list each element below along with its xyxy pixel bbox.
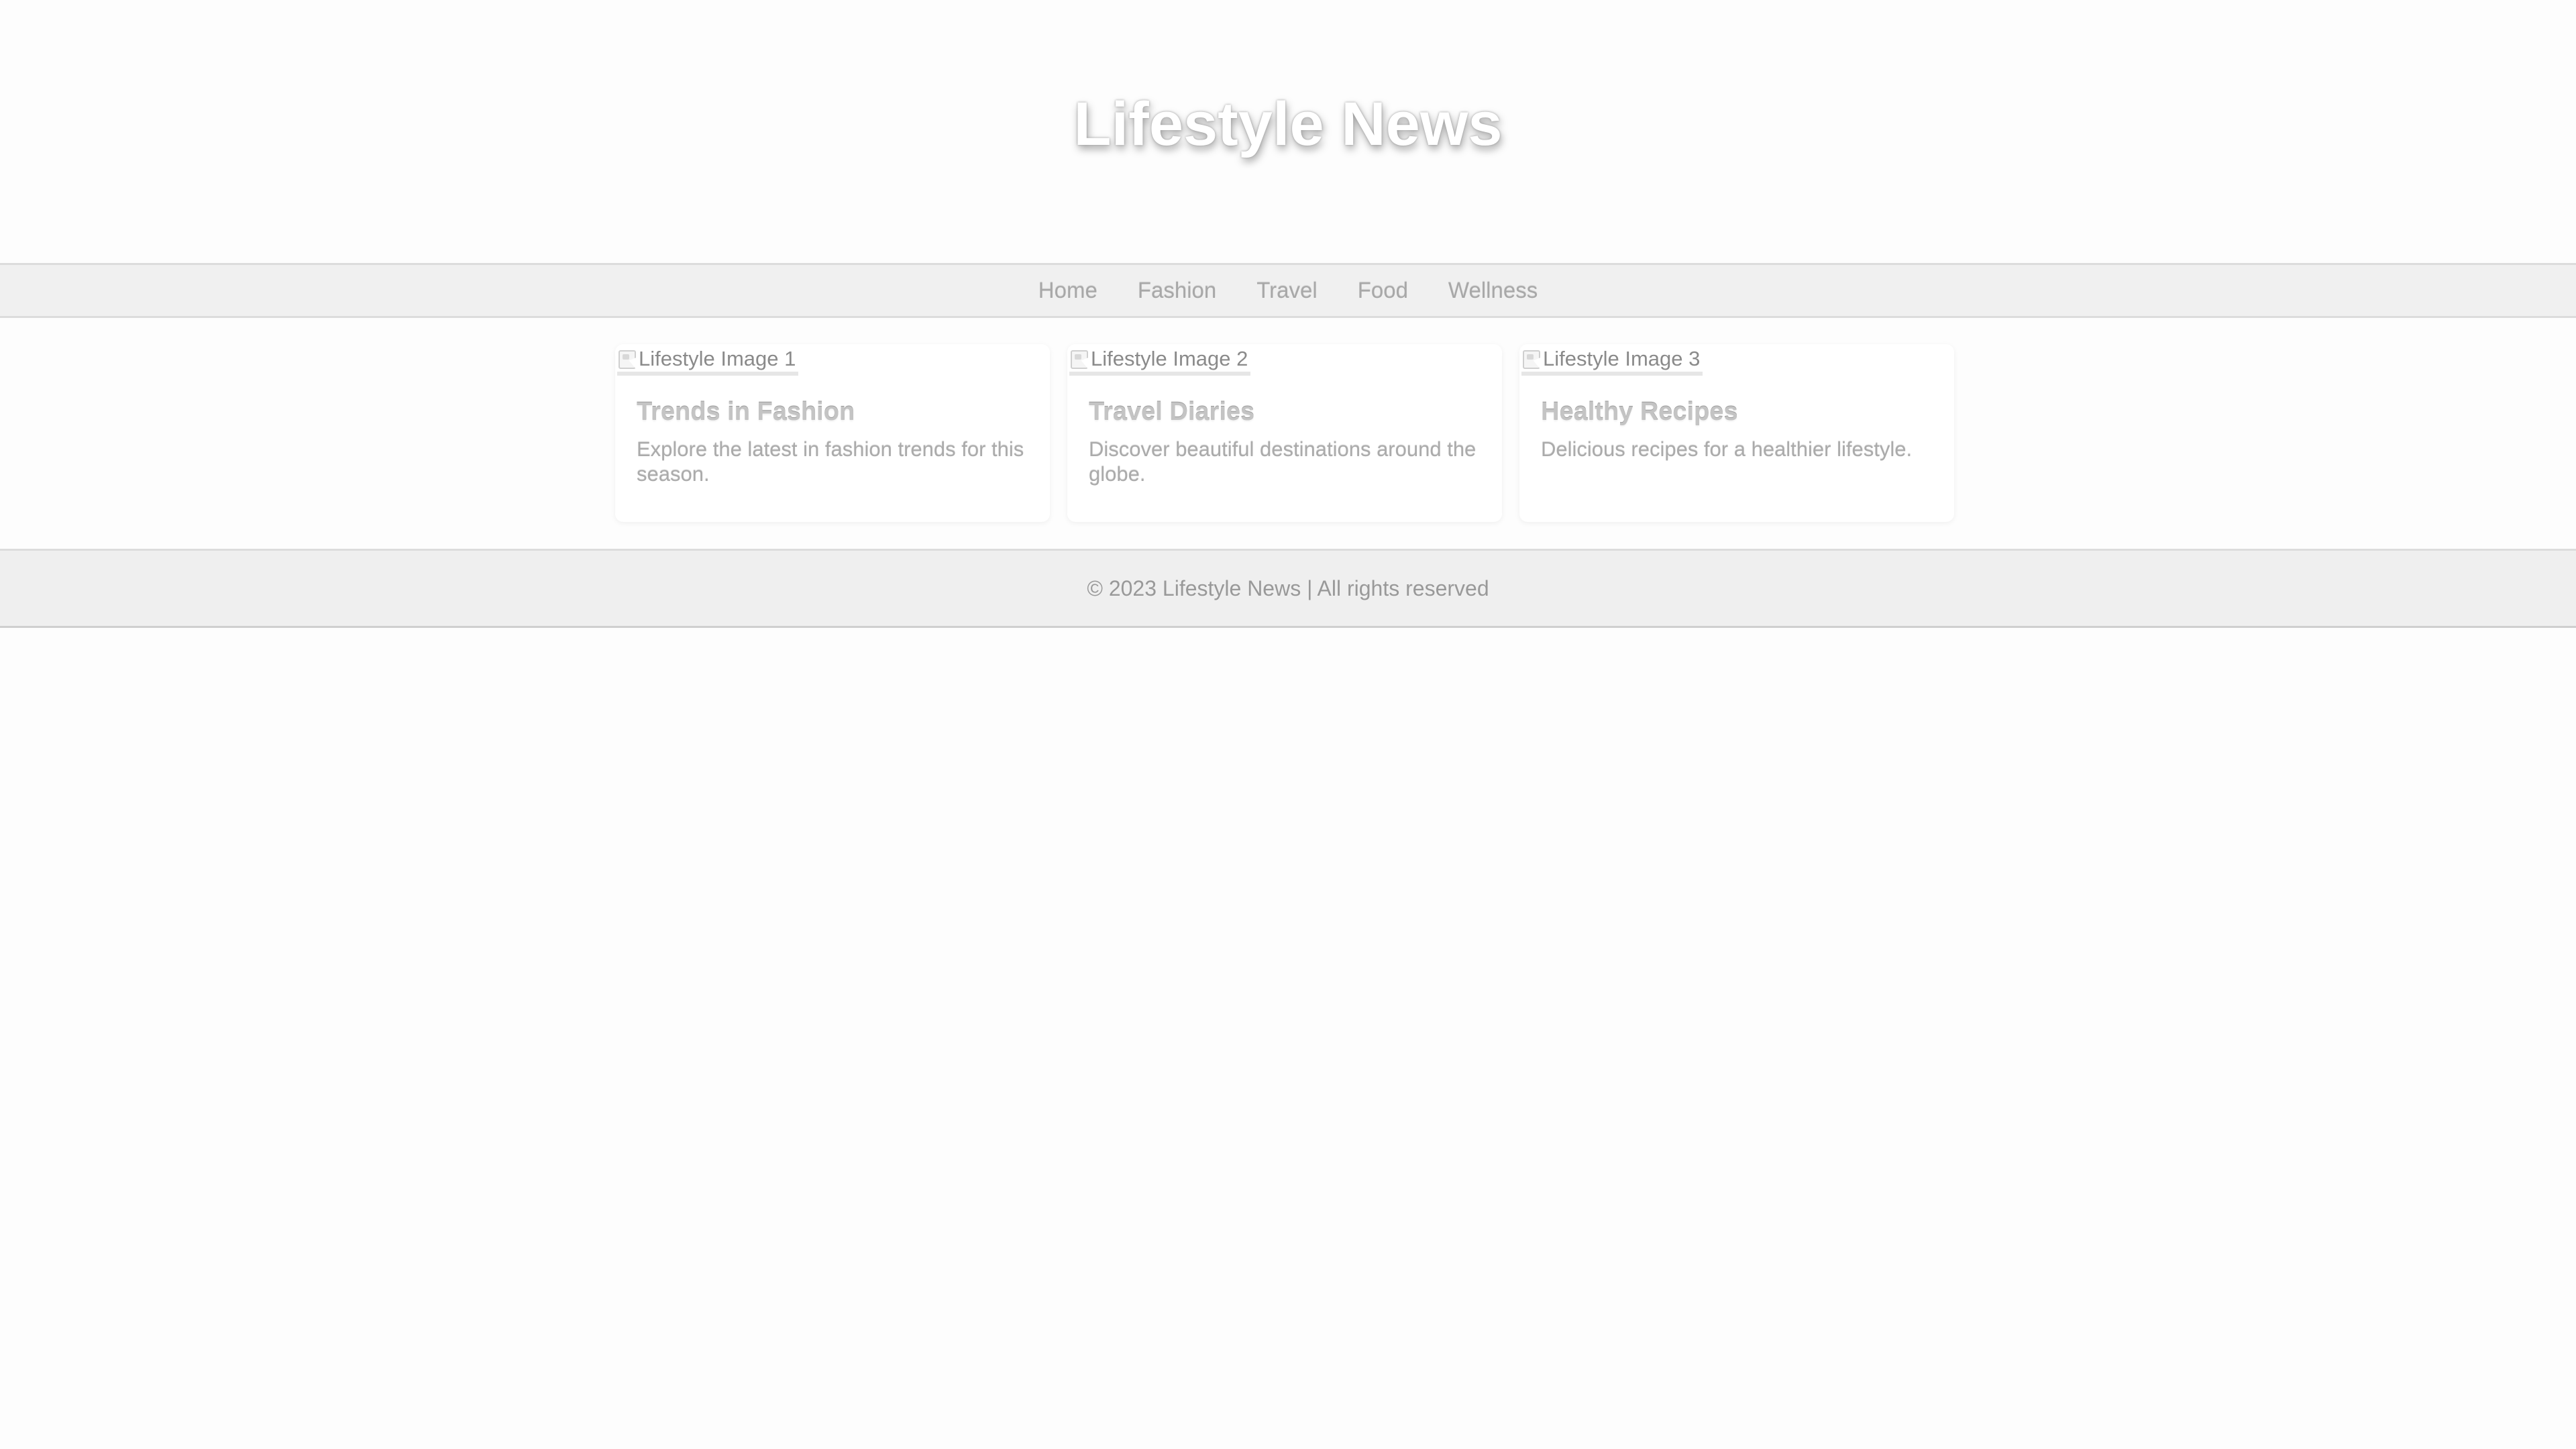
article-description: Delicious recipes for a healthier lifest… bbox=[1541, 437, 1913, 461]
site-footer: © 2023 Lifestyle News | All rights reser… bbox=[0, 549, 2576, 628]
nav-link-travel[interactable]: Travel bbox=[1236, 278, 1337, 303]
article-title[interactable]: Healthy Recipes bbox=[1541, 398, 1738, 427]
article-card[interactable]: Lifestyle Image 3 Healthy Recipes Delici… bbox=[1519, 344, 1954, 522]
nav-item-wellness: Wellness bbox=[1428, 278, 1558, 303]
nav-link-food[interactable]: Food bbox=[1338, 278, 1428, 303]
site-title: Lifestyle News bbox=[1073, 89, 1503, 158]
nav-link-wellness[interactable]: Wellness bbox=[1428, 278, 1558, 303]
article-card[interactable]: Lifestyle Image 1 Trends in Fashion Expl… bbox=[615, 344, 1050, 522]
article-title[interactable]: Trends in Fashion bbox=[637, 398, 855, 427]
broken-image-icon bbox=[617, 347, 637, 370]
article-image: Lifestyle Image 2 bbox=[1069, 346, 1251, 376]
nav-item-home: Home bbox=[1018, 278, 1118, 303]
nav-item-food: Food bbox=[1338, 278, 1428, 303]
nav-link-home[interactable]: Home bbox=[1018, 278, 1118, 303]
articles-section: Lifestyle Image 1 Trends in Fashion Expl… bbox=[0, 341, 2576, 526]
page: Lifestyle News Home Fashion Travel Food … bbox=[0, 0, 2576, 1449]
article-image: Lifestyle Image 3 bbox=[1521, 346, 1703, 376]
nav-item-fashion: Fashion bbox=[1118, 278, 1236, 303]
article-card[interactable]: Lifestyle Image 2 Travel Diaries Discove… bbox=[1067, 344, 1502, 522]
article-image-alt: Lifestyle Image 2 bbox=[1091, 347, 1248, 370]
article-title[interactable]: Travel Diaries bbox=[1089, 398, 1254, 427]
main-nav: Home Fashion Travel Food Wellness bbox=[0, 263, 2576, 318]
nav-item-travel: Travel bbox=[1236, 278, 1337, 303]
article-image-alt: Lifestyle Image 1 bbox=[639, 347, 796, 370]
site-header: Lifestyle News bbox=[0, 0, 2576, 262]
article-image: Lifestyle Image 1 bbox=[617, 346, 799, 376]
footer-copyright: © 2023 Lifestyle News | All rights reser… bbox=[1087, 576, 1489, 600]
article-description: Explore the latest in fashion trends for… bbox=[637, 437, 1024, 486]
nav-list: Home Fashion Travel Food Wellness bbox=[1018, 278, 1558, 303]
article-image-alt: Lifestyle Image 3 bbox=[1543, 347, 1701, 370]
broken-image-icon bbox=[1069, 347, 1089, 370]
nav-link-fashion[interactable]: Fashion bbox=[1118, 278, 1236, 303]
article-description: Discover beautiful destinations around t… bbox=[1089, 437, 1477, 486]
broken-image-icon bbox=[1521, 347, 1542, 370]
